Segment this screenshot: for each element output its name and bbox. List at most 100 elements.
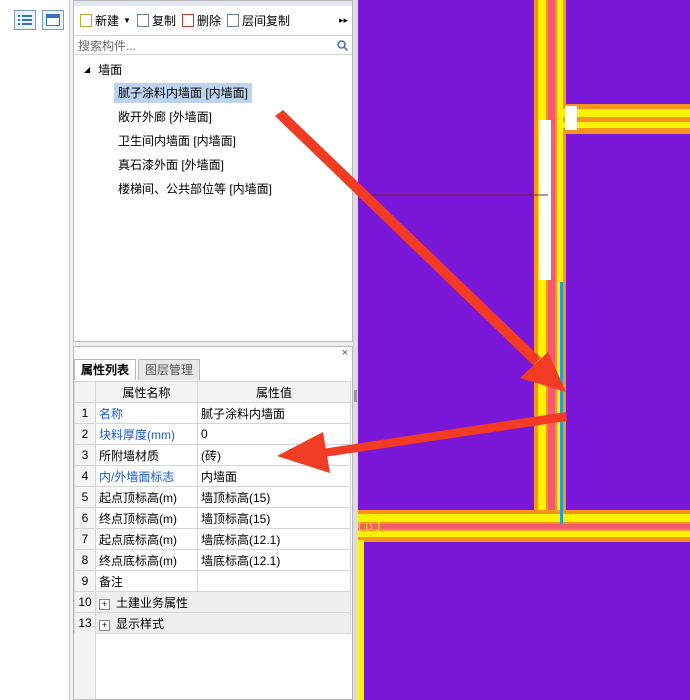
table-row[interactable]: 8 终点底标高(m) 墙底标高(12.1) [74,549,351,571]
delete-button[interactable]: 删除 [181,12,221,29]
table-row[interactable]: 1 名称 腻子涂料内墙面 [74,402,351,424]
tree-item[interactable]: 腻子涂料内墙面 [内墙面] [114,83,253,103]
property-value[interactable]: 墙底标高(12.1) [197,549,351,571]
tree-item[interactable]: 真石漆外面 [外墙面] [114,155,228,175]
tree-item-label: 卫生间内墙面 [内墙面] [118,134,237,148]
tab-properties[interactable]: 属性列表 [74,359,137,380]
list-icon [18,15,32,25]
properties-tabs: 属性列表 图层管理 [74,359,202,380]
property-name: 终点顶标高(m) [95,507,198,529]
row-number: 13 [74,612,96,634]
list-view-button[interactable] [14,10,36,30]
tree-root-label: 墙面 [98,63,123,77]
tree-item[interactable]: 敞开外廊 [外墙面] [114,107,216,127]
lower-left-wall[interactable] [358,540,364,700]
group-label: 显示样式 [116,616,165,631]
row-number: 1 [74,402,96,424]
property-value[interactable]: 0 [197,423,351,445]
drawing-canvas[interactable]: D [358,0,690,700]
property-name: 块料厚度(mm) [95,423,198,445]
tree-item-label: 腻子涂料内墙面 [内墙面] [118,86,249,100]
group-row[interactable]: 13 + 显示样式 [74,612,351,634]
window-view-button[interactable] [42,10,64,30]
property-name: 所附墙材质 [95,444,198,466]
table-header-row: 属性名称 属性值 [74,381,351,403]
upper-wall-stub[interactable] [563,104,690,134]
delete-label: 删除 [196,13,221,28]
row-number: 7 [74,528,96,550]
search-bar[interactable]: 搜索构件... [74,35,352,55]
property-name: 起点底标高(m) [95,528,198,550]
floor-copy-button[interactable]: 层间复制 [226,12,290,29]
expand-icon[interactable]: + [99,619,110,631]
group-cell[interactable]: + 显示样式 [95,612,351,634]
floor-copy-icon [226,13,239,27]
property-name: 备注 [95,570,198,592]
row-number-gutter [74,633,96,699]
property-value[interactable]: 墙顶标高(15) [197,486,351,508]
group-cell[interactable]: + 土建业务属性 [95,591,351,613]
row-number: 10 [74,591,96,613]
property-name: 内/外墙面标志 [95,465,198,487]
axis-label: D [365,522,372,533]
table-row[interactable]: 6 终点顶标高(m) 墙顶标高(15) [74,507,351,529]
tree-item-label: 敞开外廊 [外墙面] [118,110,213,124]
more-button[interactable]: ▸▸ [339,15,348,26]
property-name: 起点顶标高(m) [95,486,198,508]
delete-icon [181,13,194,27]
selected-wall-surface[interactable] [560,282,563,524]
row-number: 3 [74,444,96,466]
floor-copy-label: 层间复制 [241,13,290,28]
splitter-handle[interactable] [354,390,357,402]
property-value-header: 属性值 [197,381,351,403]
tree-item-label: 楼梯间、公共部位等 [内墙面] [118,182,273,196]
component-toolbar: 新建 ▼ 复制 删除 层间复制 ▸▸ [74,7,352,33]
close-icon[interactable]: × [342,347,348,359]
property-value[interactable]: 墙底标高(12.1) [197,528,351,550]
table-row[interactable]: 5 起点顶标高(m) 墙顶标高(15) [74,486,351,508]
property-name: 终点底标高(m) [95,549,198,571]
tree-item-label: 真石漆外面 [外墙面] [118,158,225,172]
side-strip [0,0,70,700]
table-row[interactable]: 7 起点底标高(m) 墙底标高(12.1) [74,528,351,550]
tree-item[interactable]: 楼梯间、公共部位等 [内墙面] [114,179,276,199]
new-label: 新建 [95,13,120,28]
row-number: 2 [74,423,96,445]
property-value[interactable]: 内墙面 [197,465,351,487]
group-label: 土建业务属性 [116,595,189,610]
properties-table: 属性名称 属性值 1 名称 腻子涂料内墙面 2 块料厚度(mm) 0 3 所附墙材质 (砖)… [74,381,351,634]
copy-icon [136,13,149,27]
expand-icon[interactable]: + [99,598,110,610]
row-number: 5 [74,486,96,508]
horizontal-wall[interactable] [358,510,690,542]
collapse-arrow-icon[interactable]: ◢ [84,65,90,74]
row-number: 6 [74,507,96,529]
row-number: 4 [74,465,96,487]
table-row[interactable]: 2 块料厚度(mm) 0 [74,423,351,445]
component-list-panel: 新建 ▼ 复制 删除 层间复制 ▸▸ 搜索构件... ◢ 墙面 腻子涂料内墙面 … [73,0,353,342]
search-input[interactable]: 搜索构件... [78,37,136,54]
chevron-down-icon: ▼ [123,15,131,25]
row-number: 9 [74,570,96,592]
properties-panel: × 属性列表 图层管理 属性名称 属性值 1 名称 腻子涂料内墙面 2 块料厚度(mm… [73,346,353,700]
property-value[interactable]: (砖) [197,444,351,466]
table-row[interactable]: 4 内/外墙面标志 内墙面 [74,465,351,487]
tree-root[interactable]: ◢ 墙面 [84,61,122,78]
table-row[interactable]: 3 所附墙材质 (砖) [74,444,351,466]
property-value[interactable]: 腻子涂料内墙面 [197,402,351,424]
table-row[interactable]: 9 备注 [74,570,351,592]
search-icon[interactable] [337,39,348,51]
row-number-header [74,381,96,403]
new-icon [80,13,92,27]
row-number: 8 [74,549,96,571]
more-icon: ▸▸ [338,14,348,25]
property-name-header: 属性名称 [95,381,198,403]
group-row[interactable]: 10 + 土建业务属性 [74,591,351,613]
property-value[interactable] [197,570,351,592]
tree-item[interactable]: 卫生间内墙面 [内墙面] [114,131,240,151]
copy-button[interactable]: 复制 [136,12,176,29]
new-button[interactable]: 新建 ▼ [80,12,131,29]
panel-header-strip [74,1,352,6]
tab-layer-management[interactable]: 图层管理 [138,359,201,380]
property-value[interactable]: 墙顶标高(15) [197,507,351,529]
